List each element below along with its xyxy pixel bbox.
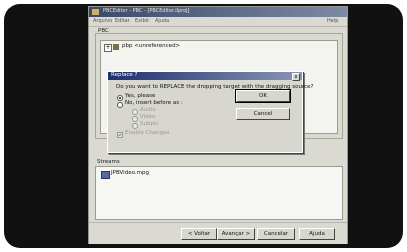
wizard-cancel-button[interactable]: Cancelar [257,228,295,240]
monitor-bezel: PBCEditor - PBC - [PBCEditor.ilproj] Arq… [4,4,403,248]
wizard-button-bar: < Voltar Avançar > Cancelar Ajuda [89,222,347,244]
help-button[interactable]: Ajuda [299,228,335,240]
tree-item-pbp[interactable]: pbp <unreferenced> [122,43,180,49]
radio-audio-label[interactable]: Audio [140,107,156,113]
dialog-title-bar: Replace ? x [108,72,302,81]
radio-subpic-label[interactable]: Subpic [140,121,159,127]
menu-bar: Arquivo Editar Exibir Ajuda Help [89,17,347,27]
radio-yes[interactable] [117,95,123,101]
next-button[interactable]: Avançar > [217,228,255,240]
radio-no-label[interactable]: No, insert before as : [125,100,183,106]
menu-item-view[interactable]: Exibir [135,18,149,24]
replace-dialog: Replace ? x Do you want to REPLACE the d… [107,71,313,153]
window-title: PBCEditor - PBC - [PBCEditor.ilproj] [103,8,190,14]
menu-item-edit[interactable]: Editar [115,18,130,24]
tree-expand-icon[interactable]: + [104,44,112,52]
enable-changes-label[interactable]: Enable Changes [125,130,169,136]
menu-item-help[interactable]: Ajuda [155,18,169,24]
back-button[interactable]: < Voltar [181,228,217,240]
streams-panel-label: Streams [97,159,120,165]
cancel-button[interactable]: Cancel [236,108,290,120]
radio-yes-label[interactable]: Yes, please [125,93,155,99]
radio-video-label[interactable]: Video [140,114,155,120]
playlist-icon [113,44,119,50]
radio-audio[interactable] [132,109,138,115]
radio-video[interactable] [132,116,138,122]
title-bar: PBCEditor - PBC - [PBCEditor.ilproj] [89,7,347,17]
menu-item-file[interactable]: Arquivo [93,18,112,24]
ok-button[interactable]: OK [235,89,291,103]
enable-changes-checkbox[interactable] [117,132,123,138]
streams-list[interactable]: JPBVideo.mpg [95,166,343,220]
dialog-title: Replace ? [111,72,138,78]
stream-item[interactable]: JPBVideo.mpg [111,170,149,176]
app-icon [92,9,99,15]
radio-subpic[interactable] [132,123,138,129]
app-window: PBCEditor - PBC - [PBCEditor.ilproj] Arq… [88,6,348,244]
video-file-icon [101,171,110,179]
menu-item-help-right[interactable]: Help [327,18,338,24]
close-icon[interactable]: x [292,73,300,81]
radio-no[interactable] [117,102,123,108]
